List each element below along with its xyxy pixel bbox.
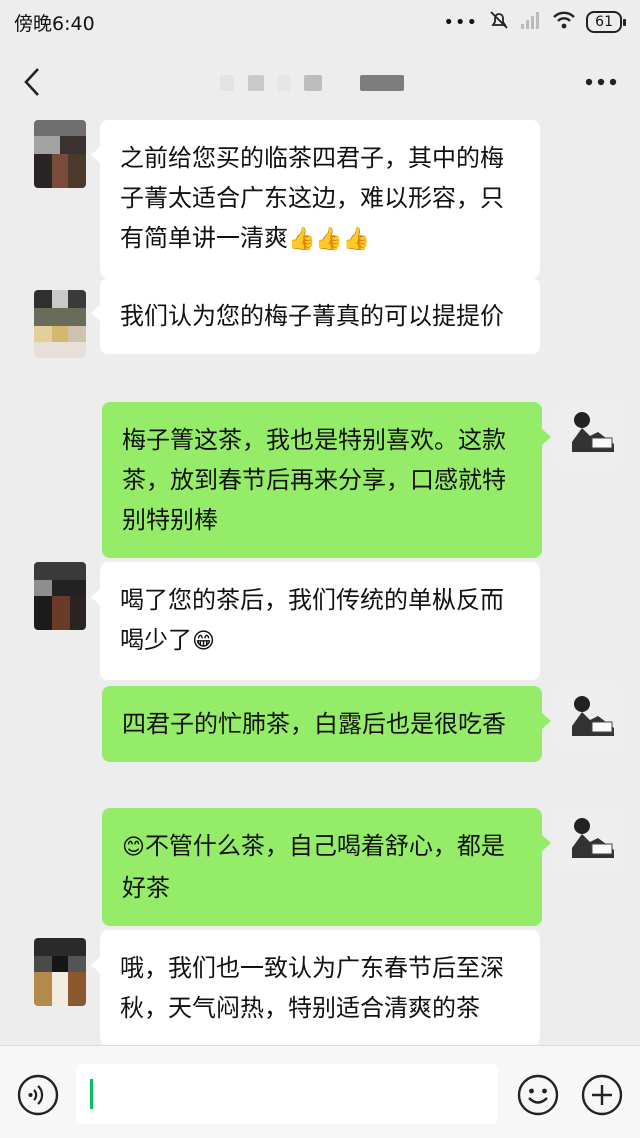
back-arrow-icon[interactable] bbox=[22, 66, 42, 98]
message-bubble-incoming[interactable]: 喝了您的茶后，我们传统的单枞反而喝少了😁 bbox=[91, 562, 540, 680]
status-time: 傍晚6:40 bbox=[14, 12, 95, 35]
chat-area[interactable]: 之前给您买的临茶四君子，其中的梅子菁太适合广东这边，难以形容，只有简单讲一清爽👍… bbox=[0, 120, 640, 1045]
plus-icon[interactable] bbox=[580, 1073, 624, 1117]
status-icons: ••• 61 bbox=[443, 9, 626, 36]
voice-icon[interactable] bbox=[16, 1073, 60, 1117]
contact-avatar[interactable] bbox=[34, 290, 86, 358]
wifi-icon bbox=[552, 10, 576, 35]
contact-avatar[interactable] bbox=[34, 562, 86, 630]
status-bar: 傍晚6:40 ••• 61 bbox=[0, 0, 640, 44]
user-avatar[interactable] bbox=[558, 402, 622, 466]
message-input[interactable] bbox=[76, 1064, 498, 1124]
dots-icon: ••• bbox=[443, 11, 479, 33]
more-dots-icon[interactable] bbox=[584, 77, 618, 87]
thumbs-up-icon: 👍👍👍 bbox=[288, 227, 371, 252]
mute-icon bbox=[488, 9, 510, 36]
message-text: 哦，我们也一致认为广东春节后至深秋，天气闷热，特别适合清爽的茶 bbox=[120, 954, 504, 1022]
user-avatar[interactable] bbox=[558, 808, 622, 872]
message-bubble-outgoing[interactable]: 四君子的忙肺茶，白露后也是很吃香 bbox=[102, 686, 551, 762]
message-text: 四君子的忙肺茶，白露后也是很吃香 bbox=[122, 710, 506, 738]
emoji-face-icon[interactable] bbox=[516, 1073, 560, 1117]
grinning-face-icon: 😁 bbox=[192, 629, 215, 654]
battery-icon: 61 bbox=[586, 11, 626, 33]
user-avatar[interactable] bbox=[558, 686, 622, 750]
message-text: 梅子箐这茶，我也是特别喜欢。这款茶，放到春节后再来分享，口感就特别特别棒 bbox=[122, 426, 506, 534]
contact-avatar[interactable] bbox=[34, 120, 86, 188]
contact-name-blurred bbox=[220, 68, 420, 98]
message-bubble-incoming[interactable]: 我们认为您的梅子菁真的可以提提价 bbox=[91, 278, 540, 354]
contact-avatar[interactable] bbox=[34, 938, 86, 1006]
text-caret bbox=[90, 1079, 93, 1109]
smiling-face-icon: 😊 bbox=[122, 835, 145, 860]
input-bar bbox=[0, 1045, 640, 1138]
message-bubble-outgoing[interactable]: 梅子箐这茶，我也是特别喜欢。这款茶，放到春节后再来分享，口感就特别特别棒 bbox=[102, 402, 551, 558]
message-text: 不管什么茶，自己喝着舒心，都是好茶 bbox=[122, 832, 505, 902]
message-bubble-incoming[interactable]: 之前给您买的临茶四君子，其中的梅子菁太适合广东这边，难以形容，只有简单讲一清爽👍… bbox=[91, 120, 540, 278]
message-text: 我们认为您的梅子菁真的可以提提价 bbox=[120, 302, 504, 330]
message-bubble-incoming[interactable]: 哦，我们也一致认为广东春节后至深秋，天气闷热，特别适合清爽的茶 bbox=[91, 930, 540, 1045]
message-text: 喝了您的茶后，我们传统的单枞反而喝少了 bbox=[120, 586, 504, 654]
nav-bar bbox=[0, 44, 640, 120]
message-bubble-outgoing[interactable]: 😊不管什么茶，自己喝着舒心，都是好茶 bbox=[102, 808, 551, 926]
signal-icon bbox=[520, 10, 542, 35]
